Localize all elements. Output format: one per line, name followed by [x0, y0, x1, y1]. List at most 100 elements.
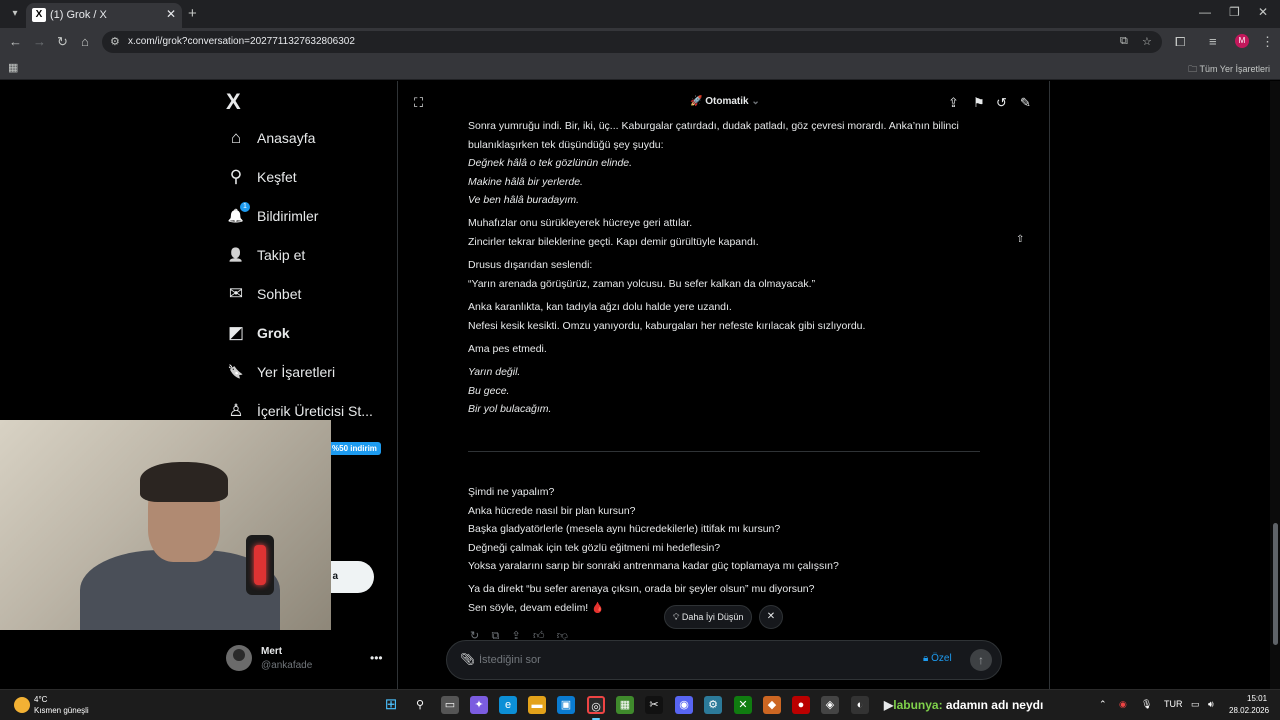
private-button[interactable]: 🔒︎ Özel [923, 653, 952, 664]
sidebar-item-bookmarks[interactable]: 🔖 Yer İşaretleri [226, 359, 335, 385]
shield-icon[interactable]: ◈ [821, 696, 839, 714]
all-bookmarks-link[interactable]: 🗀 Tüm Yer İşaretleri [1188, 62, 1270, 78]
install-app-icon[interactable]: ⧉ [1120, 35, 1128, 48]
copilot-icon[interactable]: ✦ [470, 696, 488, 714]
weather-description: Kısmen güneşli [34, 706, 89, 715]
response-paragraph: Sonra yumruğu indi. Bir, iki, üç... Kabu… [468, 117, 988, 210]
sidebar-item-label: Sohbet [257, 286, 302, 302]
send-button[interactable]: ↑ [970, 649, 992, 671]
scrollbar-thumb[interactable] [1273, 523, 1278, 645]
divider [468, 451, 980, 452]
bookmark-conversation-icon[interactable]: ⚑ [973, 95, 985, 111]
page-scrollbar[interactable] [1270, 81, 1280, 689]
forward-icon[interactable]: → [33, 34, 46, 49]
clock-date[interactable]: 28.02.2026 [1229, 706, 1269, 715]
discord-icon[interactable]: ◉ [675, 696, 693, 714]
more-icon[interactable]: ••• [370, 651, 383, 665]
think-harder-button[interactable]: 💡︎ Daha İyi Düşün [664, 605, 753, 629]
ticker-user: labunya: [893, 698, 943, 712]
media-icon[interactable]: ≡ [1209, 34, 1217, 49]
apps-grid-icon[interactable]: ▦ [8, 61, 18, 74]
new-chat-icon[interactable]: ✎ [1020, 95, 1031, 111]
home-browser-icon[interactable]: ⌂ [81, 34, 89, 49]
webcam-rgb-light [246, 535, 274, 595]
app-icon[interactable]: ◆ [763, 696, 781, 714]
bookmark-star-icon[interactable]: ☆ [1142, 35, 1152, 48]
start-icon[interactable]: ⊞ [382, 696, 400, 714]
sidebar-item-follow[interactable]: 👤 Takip et [226, 242, 305, 268]
question-line: Yoksa yaralarını sarıp bir sonraki antre… [468, 560, 839, 573]
paperclip-icon[interactable]: 📎︎ [460, 652, 475, 666]
scroll-up-icon[interactable]: ⇧ [1016, 234, 1024, 245]
sidebar-item-notifications[interactable]: 🔔 1 Bildirimler [226, 202, 319, 229]
network-icon[interactable]: ▭ [1191, 699, 1200, 710]
window-close-icon[interactable]: ✕ [1258, 5, 1268, 19]
back-icon[interactable]: ← [9, 34, 22, 49]
ticker-message: adamın adı neydı [945, 698, 1044, 712]
creator-icon: ♙ [228, 401, 244, 420]
response-line: Ama pes etmedi. [468, 343, 547, 355]
chrome-icon[interactable]: ◎ [587, 696, 605, 714]
language-indicator[interactable]: TUR [1164, 699, 1183, 709]
discount-badge: %50 indirim [328, 442, 381, 455]
response-paragraph: Anka karanlıkta, kan tadıyla ağzı dolu h… [468, 298, 988, 335]
sidebar-item-chat[interactable]: ✉ Sohbet [226, 281, 302, 307]
restore-icon[interactable]: ❐ [1229, 5, 1240, 19]
browser-menu-icon[interactable]: ⋮ [1261, 34, 1274, 50]
response-paragraph: Muhafızlar onu sürükleyerek hücreye geri… [468, 214, 988, 251]
task-view-icon[interactable]: ▭ [441, 696, 459, 714]
x-logo[interactable]: X [226, 89, 241, 115]
site-info-icon[interactable]: ⚙ [110, 35, 120, 48]
recorder-icon[interactable]: ● [792, 696, 810, 714]
response-line: Muhafızlar onu sürükleyerek hücreye geri… [468, 217, 693, 229]
response-line: Değnek hâlâ o tek gözlünün elinde. [468, 157, 633, 170]
sidebar-item-explore[interactable]: ⚲ Keşfet [226, 164, 297, 190]
address-bar[interactable]: ⚙ x.com/i/grok?conversation=202771132763… [102, 31, 1162, 53]
expand-icon[interactable]: ⛶ [414, 95, 423, 111]
microphone-icon[interactable]: 🎙︎ [1141, 699, 1152, 710]
tab-close-icon[interactable]: ✕ [166, 7, 176, 21]
obs-icon[interactable]: ◐ [851, 696, 869, 714]
webcam-person-hair [140, 462, 228, 502]
account-switcher[interactable]: Mert @ankafade ••• [226, 643, 386, 673]
reload-icon[interactable]: ↻ [57, 34, 68, 50]
question-line: Başka gladyatörlerle (mesela aynı hücred… [468, 523, 781, 536]
weather-icon[interactable] [14, 697, 30, 713]
response-line: Bu gece. [468, 384, 510, 397]
question-list: Şimdi ne yapalım? Anka hücrede nasıl bir… [468, 483, 988, 576]
edge-icon[interactable]: e [499, 696, 517, 714]
share-icon[interactable]: ⇪ [948, 95, 959, 111]
mode-selector[interactable]: 🚀 Otomatik ⌄ [690, 96, 760, 107]
bell-icon: 🔔 1 [226, 202, 250, 226]
extensions-icon[interactable]: ⧠ [1175, 34, 1185, 50]
private-label: Özel [931, 653, 952, 664]
url-text[interactable]: x.com/i/grok?conversation=20277113276328… [128, 36, 355, 47]
profile-avatar[interactable]: M [1235, 34, 1249, 48]
capcut-icon[interactable]: ✂ [645, 696, 663, 714]
dismiss-icon[interactable]: ✕ [759, 605, 783, 629]
minimize-icon[interactable]: — [1199, 5, 1211, 19]
xbox-icon[interactable]: ✕ [734, 696, 752, 714]
steam-icon[interactable]: ⚙ [704, 696, 722, 714]
response-paragraph: Yarın değil. Bu gece. Bir yol bulacağım. [468, 363, 988, 419]
tray-app-icon[interactable]: ◉ [1119, 699, 1127, 710]
history-icon[interactable]: ↺ [996, 95, 1007, 111]
store-icon[interactable]: ▣ [557, 696, 575, 714]
response-line: Anka karanlıkta, kan tadıyla ağzı dolu h… [468, 301, 732, 313]
minecraft-icon[interactable]: ▦ [616, 696, 634, 714]
ask-input[interactable] [479, 650, 899, 670]
clock-time[interactable]: 15:01 [1247, 694, 1267, 703]
sidebar-item-home[interactable]: ⌂ Anasayfa [226, 125, 316, 151]
browser-tab[interactable]: X (1) Grok / X ✕ [26, 3, 182, 28]
taskbar-search-icon[interactable]: ⚲ [411, 696, 429, 714]
sidebar-item-grok[interactable]: ◩ Grok [226, 320, 290, 346]
volume-icon[interactable]: 🔊︎ [1208, 699, 1214, 710]
file-explorer-icon[interactable]: ▬ [528, 696, 546, 714]
tab-search-icon[interactable]: ▾ [6, 5, 24, 23]
new-tab-icon[interactable]: + [188, 5, 197, 22]
avatar [226, 645, 252, 671]
response-line: Yarın değil. [468, 366, 521, 378]
bookmarks-bar: ▦ 🗀 Tüm Yer İşaretleri [0, 56, 1280, 80]
tray-chevron-icon[interactable]: ⌃ [1099, 699, 1107, 710]
sidebar-item-label: Bildirimler [257, 208, 319, 224]
